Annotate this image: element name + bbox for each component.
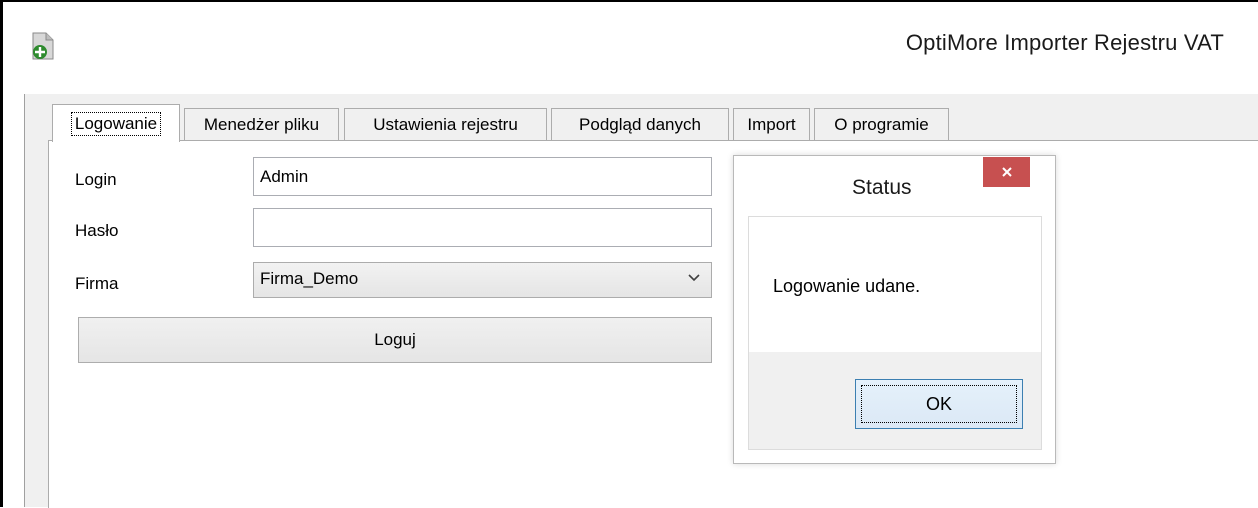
login-input[interactable] <box>253 157 712 196</box>
tab-page-logowanie: Login Hasło Firma Firma_Demo Loguj <box>48 140 1258 508</box>
dialog-title: Status <box>852 176 912 199</box>
app-icon <box>32 32 54 60</box>
login-label: Login <box>75 170 117 189</box>
title-bar[interactable]: OptiMore Importer Rejestru VAT <box>3 2 1258 92</box>
company-select[interactable]: Firma_Demo <box>253 262 712 298</box>
company-select-value: Firma_Demo <box>260 269 359 288</box>
ok-button[interactable]: OK <box>855 379 1023 429</box>
tab-ustawienia-rejestru[interactable]: Ustawienia rejestru <box>344 108 547 140</box>
dialog-message-area: Logowanie udane. <box>749 217 1041 352</box>
tab-label: O programie <box>834 114 929 134</box>
dialog-title-bar[interactable]: Status <box>734 156 1055 216</box>
dialog-message: Logowanie udane. <box>773 276 921 296</box>
ok-button-label: OK <box>861 385 1017 423</box>
status-dialog: Status Logowanie udane. OK <box>733 155 1056 464</box>
tab-podglad-danych[interactable]: Podgląd danych <box>551 108 729 140</box>
dialog-close-button[interactable] <box>983 157 1030 187</box>
tab-label: Logowanie <box>70 111 162 136</box>
chevron-down-icon[interactable] <box>687 271 701 285</box>
tab-o-programie[interactable]: O programie <box>814 108 949 140</box>
tab-logowanie[interactable]: Logowanie <box>52 104 180 142</box>
close-icon <box>1001 167 1012 177</box>
dialog-body: Logowanie udane. OK <box>748 216 1042 450</box>
window-title: OptiMore Importer Rejestru VAT <box>905 30 1224 55</box>
tab-menedzer-pliku[interactable]: Menedżer pliku <box>184 108 339 140</box>
login-button[interactable]: Loguj <box>78 317 712 363</box>
tab-import[interactable]: Import <box>733 108 810 140</box>
main-window: OptiMore Importer Rejestru VAT Login Has… <box>0 0 1258 508</box>
tab-label: Podgląd danych <box>579 114 701 134</box>
password-label: Hasło <box>75 221 119 240</box>
tab-label: Ustawienia rejestru <box>373 114 518 134</box>
tab-label: Import <box>747 114 796 134</box>
tab-label: Menedżer pliku <box>203 114 320 134</box>
password-input[interactable] <box>253 208 712 247</box>
company-label: Firma <box>75 274 119 293</box>
